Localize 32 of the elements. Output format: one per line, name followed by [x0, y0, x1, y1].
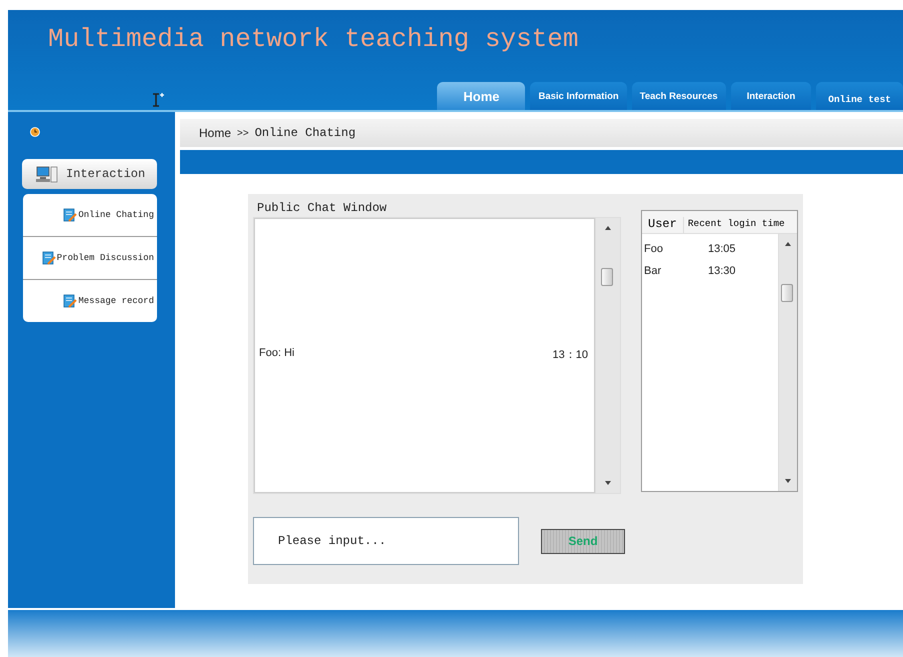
scrollbar[interactable] [778, 234, 797, 491]
nav-tab[interactable]: Home [437, 82, 526, 110]
nav-tab[interactable]: Interaction [730, 82, 812, 110]
column-header: User [642, 217, 684, 233]
section-header[interactable]: Interaction [22, 159, 157, 189]
nav-tab[interactable]: Basic Information [530, 82, 627, 110]
user-name: Foo [643, 243, 664, 255]
user-name: Bar [643, 265, 662, 277]
message-time: 13：10 [552, 348, 588, 362]
clock-icon [30, 127, 40, 137]
breadcrumb-current: Online Chating [254, 126, 356, 140]
scrollbar[interactable] [595, 218, 620, 493]
breadcrumb-link[interactable]: Home [199, 126, 232, 140]
nav-tab[interactable]: Teach Resources [632, 82, 726, 110]
chat-window-title: Public Chat Window [256, 200, 388, 217]
section-label: Interaction [66, 167, 146, 181]
menu-item[interactable]: Problem Discussion [23, 237, 157, 280]
text-cursor-icon [151, 92, 165, 108]
login-time: 13:30 [708, 265, 736, 277]
note-pencil-icon [63, 294, 78, 308]
note-pencil-icon [42, 251, 56, 265]
note-pencil-icon [63, 208, 78, 222]
message-text: Foo: Hi [259, 347, 294, 361]
site-title: Multimedia network teaching system [48, 24, 578, 54]
menu-item[interactable]: Online Chating [23, 194, 157, 237]
column-header: Recent login time [686, 218, 786, 231]
breadcrumb-separator: >> [237, 128, 249, 138]
nav-tab[interactable]: Online test [816, 82, 903, 110]
message-input[interactable]: Please input... [253, 517, 519, 565]
computer-icon [36, 165, 58, 183]
menu-item[interactable]: Message record [23, 280, 157, 322]
login-time: 13:05 [708, 243, 736, 255]
